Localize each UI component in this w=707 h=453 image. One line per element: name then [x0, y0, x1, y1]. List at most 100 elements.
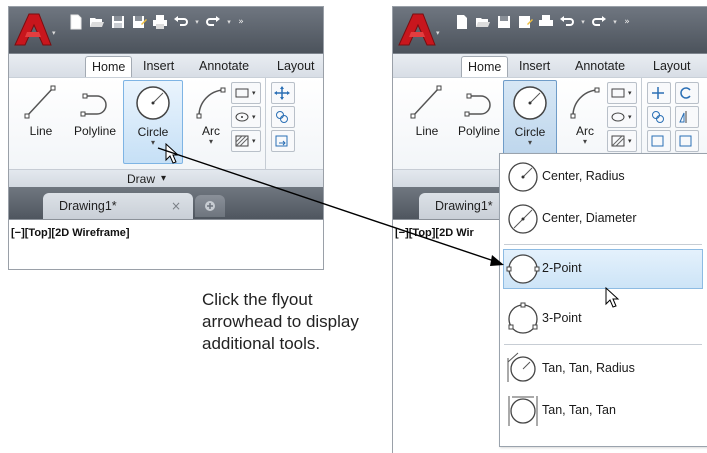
tab-annotate[interactable]: Annotate	[569, 56, 631, 76]
print-icon[interactable]	[151, 13, 169, 31]
tab-home[interactable]: Home	[461, 56, 509, 77]
rectangle-tool-button[interactable]: ▾	[231, 82, 261, 104]
mirror-tool-button[interactable]	[675, 106, 699, 128]
ellipse-tool-button[interactable]: ▾	[607, 106, 637, 128]
center-diameter-label: Center, Diameter	[542, 211, 637, 225]
ellipse-tool-button[interactable]: ▾	[231, 106, 261, 128]
undo-caret-icon[interactable]: ▾	[193, 13, 201, 31]
app-menu-caret-icon[interactable]: ▾	[52, 29, 56, 37]
polyline-tool-button[interactable]: Polyline	[453, 82, 505, 152]
open-folder-icon[interactable]	[88, 13, 106, 31]
copy-tool-button[interactable]	[271, 106, 295, 128]
tab-layout[interactable]: Layout	[647, 56, 697, 76]
undo-caret-icon[interactable]: ▾	[579, 13, 587, 31]
move-tool-button[interactable]	[647, 82, 671, 104]
rectangle-caret-icon[interactable]: ▾	[252, 89, 256, 97]
undo-icon[interactable]	[172, 13, 190, 31]
copy-icon	[276, 111, 288, 123]
arc-tool-label: Arc	[576, 124, 594, 138]
arc-tool-button[interactable]: Arc ▾	[559, 82, 611, 152]
drawing-viewport[interactable]: [−][Top][2D Wireframe]	[9, 219, 323, 269]
draw-panel-title-bar[interactable]: Draw ▾	[9, 169, 323, 188]
redo-icon[interactable]	[590, 13, 608, 31]
save-icon[interactable]	[109, 13, 127, 31]
tab-insert[interactable]: Insert	[137, 56, 180, 76]
copy-tool-button[interactable]	[647, 106, 671, 128]
save-icon[interactable]	[495, 13, 513, 31]
circle-icon	[136, 86, 170, 120]
hatch-caret-icon[interactable]: ▾	[628, 137, 632, 145]
scale-tool-button[interactable]	[675, 130, 699, 152]
drawing-tab-label: Drawing1*	[59, 199, 117, 213]
circle-tool-button[interactable]: Circle ▾	[503, 80, 557, 162]
new-file-icon[interactable]	[453, 13, 471, 31]
hatch-caret-icon[interactable]: ▾	[252, 137, 256, 145]
qat-overflow-icon[interactable]: »	[236, 13, 246, 31]
move-tool-button[interactable]	[271, 82, 295, 104]
line-tool-button[interactable]: Line	[15, 82, 67, 152]
ellipse-caret-icon[interactable]: ▾	[252, 113, 256, 121]
hatch-icon	[611, 135, 625, 147]
rectangle-caret-icon[interactable]: ▾	[628, 89, 632, 97]
circle-3-point-icon	[508, 302, 538, 334]
arc-tool-button[interactable]: Arc ▾	[185, 82, 237, 152]
ribbon-tab-bar: Home Insert Annotate Layout	[393, 53, 707, 78]
center-radius-option[interactable]: Center, Radius	[504, 158, 702, 196]
new-tab-button[interactable]	[195, 195, 225, 217]
circle-flyout-arrow-icon[interactable]: ▾	[504, 139, 556, 147]
save-as-icon[interactable]	[130, 13, 148, 31]
close-tab-icon[interactable]: ×	[171, 199, 181, 213]
arc-flyout-arrow-icon[interactable]: ▾	[559, 138, 611, 146]
ribbon-tab-bar: Home Insert Annotate Layout	[9, 53, 323, 78]
line-icon	[410, 85, 442, 119]
tab-home[interactable]: Home	[85, 56, 133, 77]
save-as-icon[interactable]	[516, 13, 534, 31]
redo-caret-icon[interactable]: ▾	[225, 13, 233, 31]
draw-panel-expand-icon[interactable]: ▾	[161, 173, 166, 184]
line-tool-button[interactable]: Line	[401, 82, 453, 152]
tab-insert[interactable]: Insert	[513, 56, 556, 76]
polyline-tool-button[interactable]: Polyline	[69, 82, 121, 152]
undo-icon[interactable]	[558, 13, 576, 31]
ellipse-caret-icon[interactable]: ▾	[628, 113, 632, 121]
stretch-tool-button[interactable]	[271, 130, 295, 152]
rectangle-icon	[235, 88, 249, 98]
app-menu-caret-icon[interactable]: ▾	[436, 29, 440, 37]
title-bar: ▾ ▾ ▾ »	[393, 7, 707, 53]
viewport-controls-label[interactable]: [−][Top][2D Wireframe]	[11, 227, 130, 239]
redo-caret-icon[interactable]: ▾	[611, 13, 619, 31]
tab-layout[interactable]: Layout	[271, 56, 321, 76]
title-bar: ▾ ▾ ▾ »	[9, 7, 323, 53]
print-icon[interactable]	[537, 13, 555, 31]
ellipse-icon	[611, 112, 625, 122]
hatch-tool-button[interactable]: ▾	[607, 130, 637, 152]
tan-tan-radius-option[interactable]: Tan, Tan, Radius	[504, 350, 702, 388]
arc-flyout-arrow-icon[interactable]: ▾	[185, 138, 237, 146]
center-diameter-option[interactable]: Center, Diameter	[504, 200, 702, 238]
application-menu-button[interactable]	[13, 11, 53, 47]
tan-tan-tan-option[interactable]: Tan, Tan, Tan	[504, 392, 702, 430]
draw-panel-title: Draw	[127, 172, 156, 186]
line-icon	[24, 85, 56, 119]
two-point-option[interactable]: 2-Point	[503, 249, 703, 289]
stretch-icon	[275, 135, 288, 147]
stretch-icon	[651, 135, 664, 147]
drawing-tab[interactable]: Drawing1* ×	[43, 193, 193, 219]
instruction-caption: Click the flyout arrowhead to display ad…	[202, 289, 392, 355]
open-folder-icon[interactable]	[474, 13, 492, 31]
center-radius-label: Center, Radius	[542, 169, 625, 183]
two-point-label: 2-Point	[542, 261, 582, 275]
viewport-controls-label[interactable]: [−][Top][2D Wir	[395, 227, 474, 239]
hatch-tool-button[interactable]: ▾	[231, 130, 261, 152]
application-menu-button[interactable]	[397, 11, 437, 47]
caption-line: Click the flyout	[202, 290, 313, 309]
qat-overflow-icon[interactable]: »	[622, 13, 632, 31]
three-point-option[interactable]: 3-Point	[504, 300, 702, 338]
tab-annotate[interactable]: Annotate	[193, 56, 255, 76]
rectangle-tool-button[interactable]: ▾	[607, 82, 637, 104]
new-file-icon[interactable]	[67, 13, 85, 31]
rotate-tool-button[interactable]	[675, 82, 699, 104]
stretch-tool-button[interactable]	[647, 130, 671, 152]
redo-icon[interactable]	[204, 13, 222, 31]
document-tab-bar: Drawing1* ×	[9, 187, 323, 219]
